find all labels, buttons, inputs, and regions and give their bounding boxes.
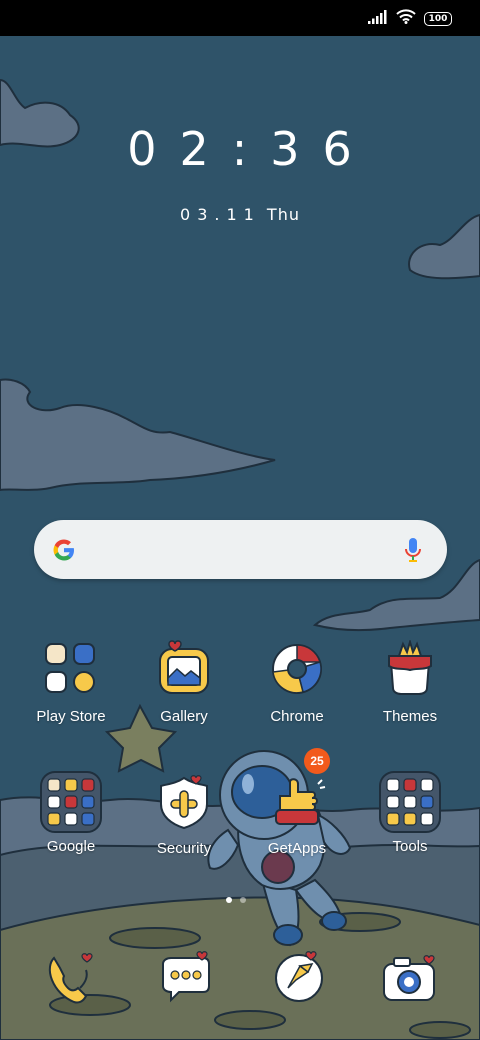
- app-security[interactable]: Security: [129, 774, 239, 857]
- microphone-icon[interactable]: [403, 536, 423, 564]
- app-label: Gallery: [160, 708, 208, 725]
- google-search-bar[interactable]: [34, 520, 447, 579]
- page-dot-1[interactable]: [226, 897, 232, 903]
- app-themes[interactable]: Themes: [355, 640, 465, 725]
- browser-icon[interactable]: [270, 948, 328, 1006]
- google-folder-icon: [40, 771, 102, 833]
- gallery-icon: [159, 640, 209, 694]
- app-folder-google[interactable]: Google: [16, 770, 126, 855]
- tools-folder-icon: [379, 771, 441, 833]
- app-label: Chrome: [270, 708, 324, 725]
- page-dot-2[interactable]: [240, 897, 246, 903]
- battery-level: 100: [428, 14, 448, 24]
- battery-icon: 100: [424, 12, 452, 26]
- date-digits: 03.11: [180, 205, 261, 224]
- play-store-icon: [45, 643, 95, 693]
- status-icons: 100: [368, 9, 452, 29]
- date-weekday: Thu: [266, 205, 300, 224]
- app-getapps[interactable]: 25 GetApps: [242, 748, 352, 857]
- app-label: Tools: [392, 838, 428, 855]
- app-label: Play Store: [36, 708, 106, 725]
- app-play-store[interactable]: Play Store: [16, 640, 126, 725]
- app-folder-tools[interactable]: Tools: [355, 770, 465, 855]
- messages-icon[interactable]: [157, 948, 215, 1006]
- notification-badge: 25: [304, 748, 330, 774]
- themes-icon: [388, 640, 432, 695]
- clock-date[interactable]: 03.11 Thu: [0, 205, 480, 224]
- signal-icon: [368, 9, 388, 29]
- app-chrome[interactable]: Chrome: [242, 640, 352, 725]
- clock-time[interactable]: 02:36: [0, 122, 480, 176]
- page-indicator[interactable]: [226, 897, 246, 903]
- google-g-icon: [53, 539, 74, 561]
- app-label: Security: [156, 840, 212, 857]
- getapps-icon: [275, 778, 326, 825]
- app-gallery[interactable]: Gallery: [129, 640, 239, 725]
- wifi-icon: [396, 9, 416, 29]
- camera-icon[interactable]: [380, 948, 438, 1006]
- app-label: GetApps: [267, 840, 327, 857]
- status-bar: 100: [0, 0, 480, 36]
- chrome-icon: [272, 644, 322, 694]
- security-icon: [160, 775, 208, 830]
- phone-icon[interactable]: [42, 948, 100, 1006]
- app-label: Google: [46, 838, 96, 855]
- app-label: Themes: [382, 708, 438, 725]
